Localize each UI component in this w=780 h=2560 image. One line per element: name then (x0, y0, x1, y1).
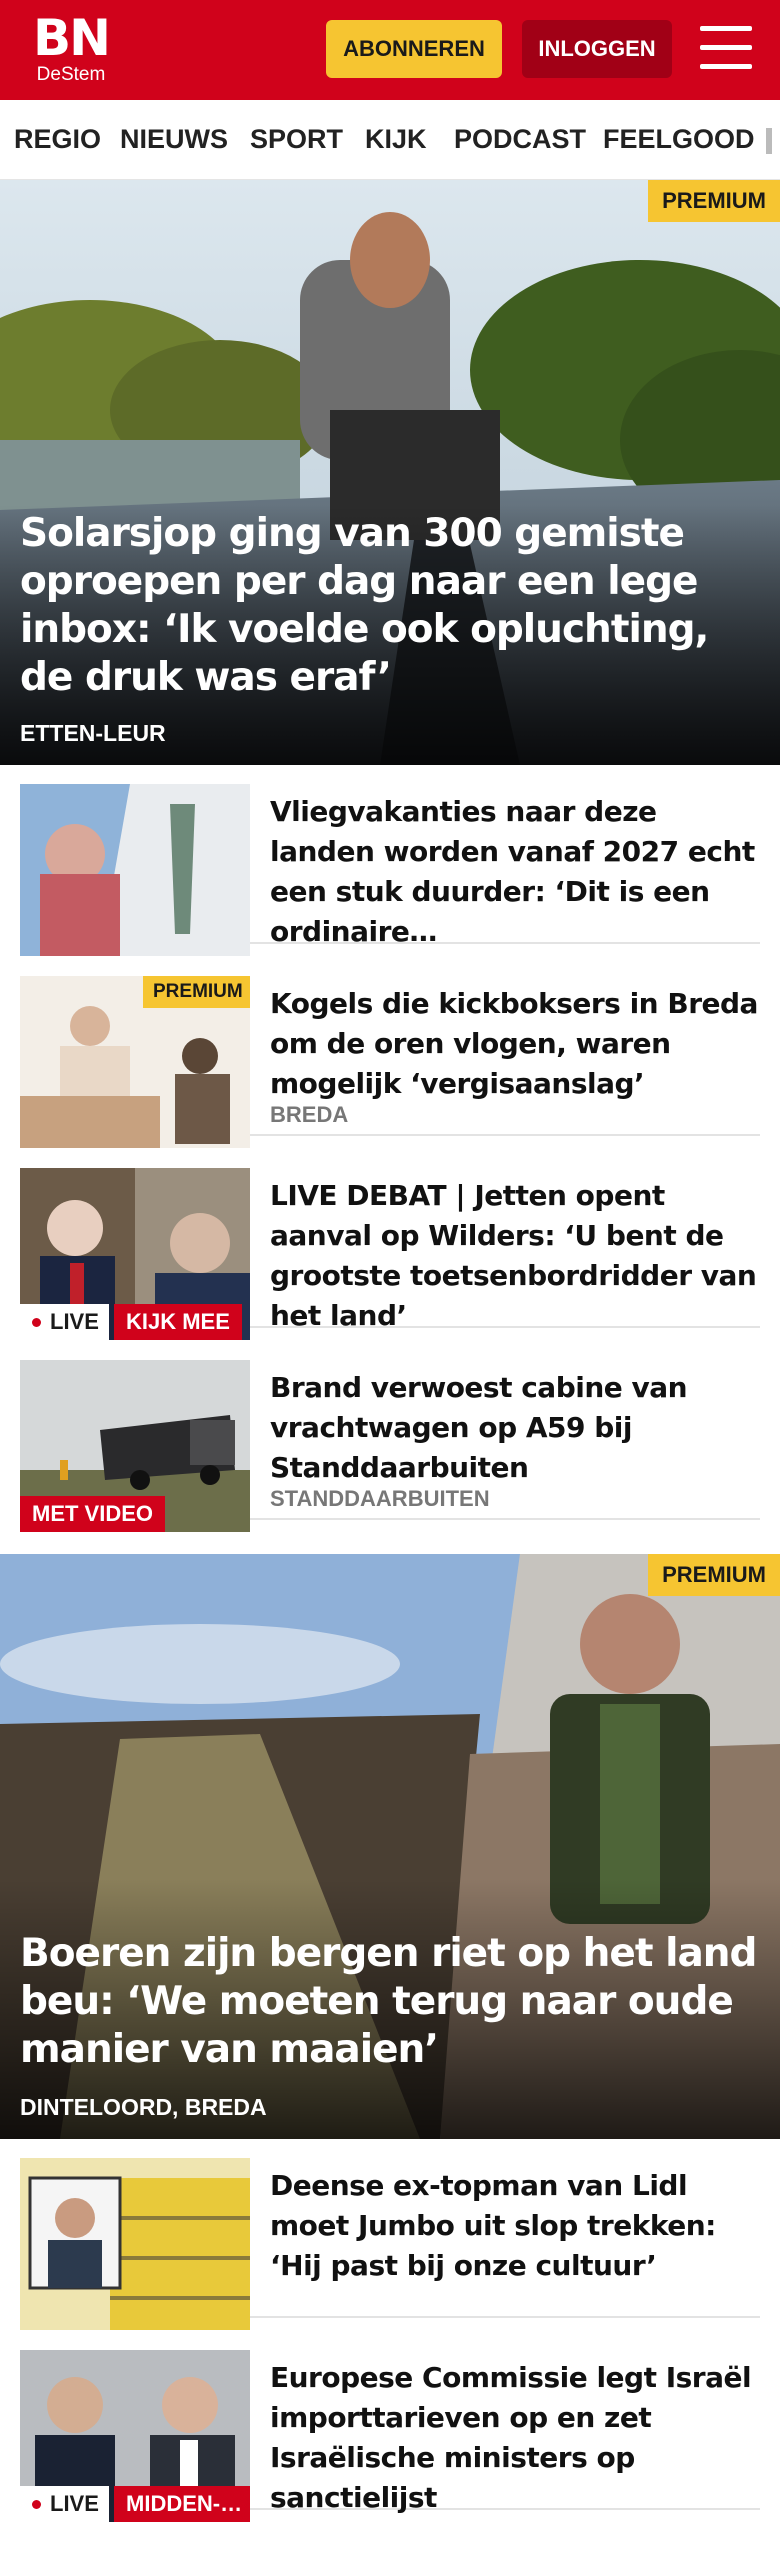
hero-headline[interactable]: Solarsjop ging van 300 gemiste oproepen … (20, 510, 760, 702)
list-item[interactable]: PREMIUM Kogels die kickboksers in Breda … (20, 962, 760, 1148)
video-tag[interactable]: MET VIDEO (20, 1496, 166, 1532)
hero-headline[interactable]: Boeren zijn bergen riet op het land beu:… (20, 1930, 760, 2074)
site-logo[interactable]: BN DeStem (30, 9, 112, 86)
list-item[interactable]: LIVE MIDDEN-… Europese Commissie legt Is… (20, 2336, 760, 2522)
premium-badge: PREMIUM (648, 180, 780, 222)
site-header: BN DeStem ABONNEREN INLOGGEN (0, 0, 780, 100)
thumbnail-court: PREMIUM (20, 976, 250, 1148)
live-indicator: LIVE (20, 1304, 109, 1340)
article-location: BREDA (270, 1102, 349, 1127)
thumbnail-debate: LIVE KIJK MEE (20, 1168, 250, 1340)
category-tag[interactable]: MIDDEN-… (114, 2486, 250, 2522)
article-headline[interactable]: Deense ex-topman van Lidl moet Jumbo uit… (270, 2166, 760, 2286)
nav-item-kijk[interactable]: KIJK (365, 124, 427, 155)
nav-item-nieuws[interactable]: NIEUWS (120, 124, 228, 155)
article-headline[interactable]: Kogels die kickboksers in Breda om de or… (270, 984, 760, 1104)
watch-tag[interactable]: KIJK MEE (114, 1304, 242, 1340)
hero-article-solar[interactable]: PREMIUM Solarsjop ging van 300 gemiste o… (0, 180, 780, 765)
premium-badge: PREMIUM (143, 976, 250, 1008)
list-item[interactable]: Deense ex-topman van Lidl moet Jumbo uit… (20, 2144, 760, 2330)
nav-item-regio[interactable]: REGIO (14, 124, 101, 155)
live-indicator: LIVE (20, 2486, 109, 2522)
live-dot-icon (32, 2500, 41, 2509)
premium-badge: PREMIUM (648, 1554, 780, 1596)
logo-mark: BN (33, 9, 111, 67)
subscribe-button[interactable]: ABONNEREN (326, 20, 502, 78)
live-dot-icon (32, 1318, 41, 1327)
article-location: STANDDAARBUITEN (270, 1486, 490, 1511)
login-button[interactable]: INLOGGEN (522, 20, 672, 78)
list-item[interactable]: MET VIDEO Brand verwoest cabine van vrac… (20, 1346, 760, 1532)
thumbnail-jumbo (20, 2158, 250, 2330)
article-headline[interactable]: Europese Commissie legt Israël importtar… (270, 2358, 760, 2518)
thumbnail-truck-fire: MET VIDEO (20, 1360, 250, 1532)
list-item[interactable]: Vliegvakanties naar deze landen worden v… (20, 770, 760, 956)
nav-item-feelgood[interactable]: FEELGOOD (603, 124, 755, 155)
nav-overflow-item[interactable] (766, 128, 772, 154)
hero-location: DINTELOORD, BREDA (20, 2094, 267, 2120)
hero-article-farmers[interactable]: PREMIUM Boeren zijn bergen riet op het l… (0, 1554, 780, 2139)
live-label: LIVE (50, 2491, 99, 2516)
article-headline[interactable]: Vliegvakanties naar deze landen worden v… (270, 792, 760, 952)
article-headline[interactable]: LIVE DEBAT | Jetten opent aanval op Wild… (270, 1176, 760, 1336)
logo-subtitle: DeStem (36, 64, 106, 85)
thumbnail-travel (20, 784, 250, 956)
section-nav: REGIO NIEUWS SPORT KIJK PODCAST FEELGOOD (0, 100, 780, 180)
live-label: LIVE (50, 1309, 99, 1334)
hero-location: ETTEN-LEUR (20, 720, 166, 746)
hamburger-menu-icon[interactable] (700, 26, 752, 70)
nav-item-podcast[interactable]: PODCAST (454, 124, 586, 155)
list-item[interactable]: LIVE KIJK MEE LIVE DEBAT | Jetten opent … (20, 1154, 760, 1340)
nav-item-sport[interactable]: SPORT (250, 124, 343, 155)
thumbnail-ministers: LIVE MIDDEN-… (20, 2350, 250, 2522)
article-headline[interactable]: Brand verwoest cabine van vrachtwagen op… (270, 1368, 760, 1488)
